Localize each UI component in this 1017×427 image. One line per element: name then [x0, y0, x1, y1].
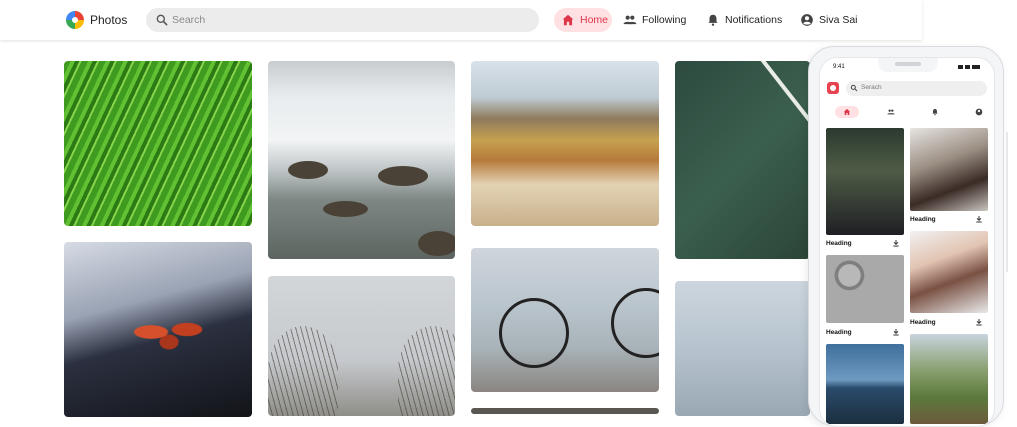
phone-card-heading: Heading [910, 216, 936, 223]
tree-photo[interactable] [268, 276, 455, 416]
home-icon [844, 109, 850, 115]
people-icon [887, 109, 895, 115]
phone-tab-home[interactable] [835, 106, 859, 118]
phone-card-heading: Heading [826, 329, 852, 336]
phone-mockup: 9:41 Serach Heading Heading Heading Head… [808, 46, 1004, 427]
phone-photo-texture[interactable] [826, 255, 904, 323]
nav-user-account[interactable]: Siva Sai [800, 8, 858, 32]
phone-notch [878, 58, 938, 72]
photos-logo-icon[interactable] [66, 11, 84, 29]
phone-card-heading: Heading [910, 319, 936, 326]
phone-tab-following[interactable] [879, 106, 903, 118]
phone-logo-icon[interactable] [827, 82, 839, 94]
nav-user-label: Siva Sai [819, 14, 858, 26]
home-icon [562, 14, 574, 26]
app-title[interactable]: Photos [90, 13, 127, 27]
nav-notifications-label: Notifications [725, 14, 783, 26]
phone-tab-account[interactable] [967, 106, 991, 118]
account-icon [801, 14, 813, 26]
search-input[interactable]: Search [146, 8, 539, 32]
flower-shape [124, 307, 214, 357]
tree-branches [268, 326, 338, 416]
grass-photo[interactable] [64, 61, 252, 226]
rock [323, 201, 368, 217]
download-icon[interactable] [892, 239, 900, 247]
court-line [745, 61, 810, 246]
nav-home[interactable]: Home [554, 8, 612, 32]
tennis-photo[interactable] [675, 61, 810, 259]
bell-icon [708, 14, 718, 26]
wifi-icon [965, 65, 970, 69]
bicycle-photo[interactable] [471, 248, 659, 392]
phone-tab-bar [825, 106, 991, 118]
phone-card-heading: Heading [826, 240, 852, 247]
bike-wheel [499, 298, 569, 368]
signal-icon [958, 65, 963, 69]
tree-branches [398, 326, 455, 416]
waterfall-photo[interactable] [268, 61, 455, 259]
download-icon[interactable] [892, 328, 900, 336]
valley-photo[interactable] [471, 61, 659, 226]
download-icon[interactable] [975, 318, 983, 326]
status-icons [958, 65, 980, 69]
phone-photo-man[interactable] [826, 128, 904, 235]
flower-photo[interactable] [64, 242, 252, 417]
phone-photo-woman-2[interactable] [910, 231, 988, 313]
rock [418, 231, 455, 256]
nav-home-label: Home [580, 14, 609, 26]
top-navigation-bar: Photos Search Home Following Notificatio… [0, 0, 922, 40]
rock [378, 166, 428, 186]
phone-photo-beach[interactable] [826, 344, 904, 424]
photo-strip[interactable] [471, 408, 659, 414]
account-icon [975, 108, 983, 116]
search-icon [850, 84, 858, 92]
battery-icon [972, 65, 980, 69]
nav-notifications[interactable]: Notifications [706, 8, 782, 32]
scrollbar[interactable] [1006, 132, 1008, 272]
phone-tab-notifications[interactable] [923, 106, 947, 118]
bike-wheel [611, 288, 659, 358]
sky-photo[interactable] [675, 281, 810, 416]
phone-search-placeholder: Serach [861, 84, 882, 91]
phone-time: 9:41 [833, 64, 845, 70]
rock [288, 161, 328, 179]
search-icon [156, 14, 168, 26]
nav-following-label: Following [642, 14, 687, 26]
nav-following[interactable]: Following [623, 8, 686, 32]
phone-search-input[interactable]: Serach [846, 81, 987, 96]
download-icon[interactable] [975, 215, 983, 223]
phone-photo-woman-1[interactable] [910, 128, 988, 211]
phone-screen: 9:41 Serach Heading Heading Heading Head… [819, 57, 995, 427]
search-placeholder: Search [172, 14, 206, 26]
people-icon [623, 15, 637, 25]
bell-icon [932, 109, 938, 116]
